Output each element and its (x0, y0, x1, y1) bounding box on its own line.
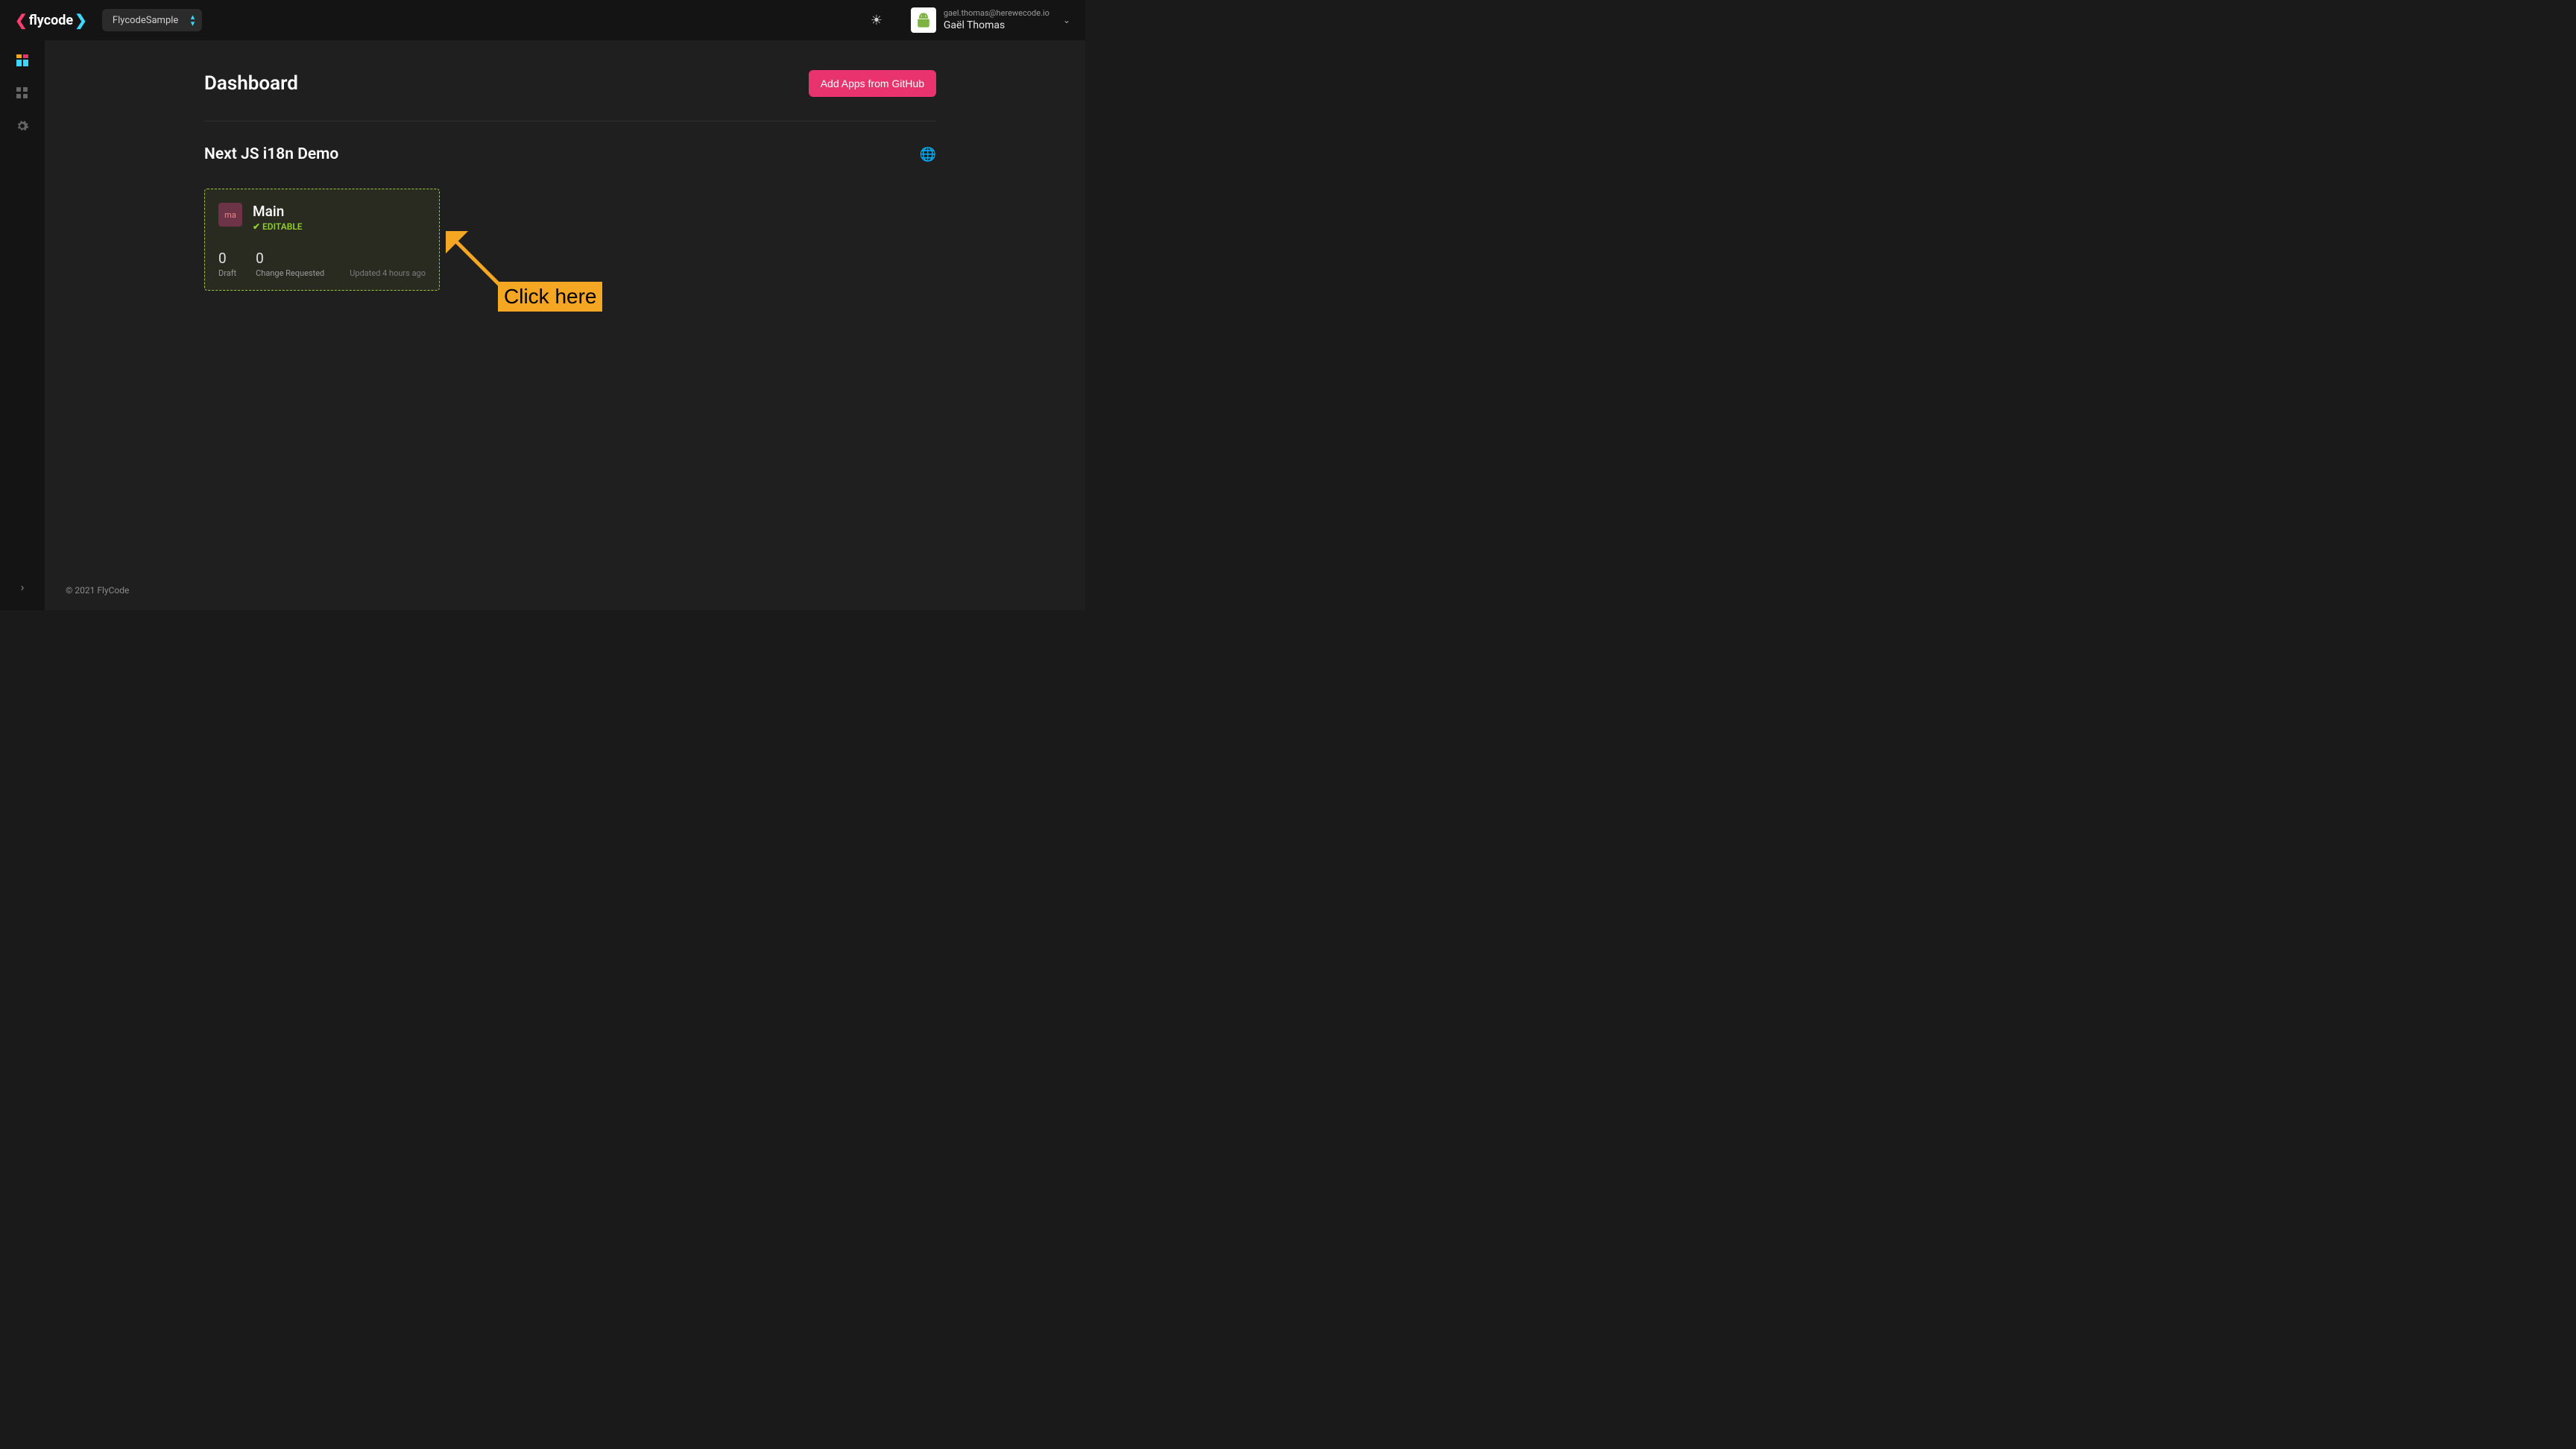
logo[interactable]: ❮ flycode ❯ (15, 11, 87, 29)
stat-value: 0 (218, 250, 236, 267)
apps-icon (16, 87, 28, 99)
annotation-label: Click here (498, 282, 602, 312)
chevron-right-icon: › (21, 580, 25, 594)
user-name: Gaël Thomas (944, 19, 1049, 32)
brand-text: flycode (29, 13, 73, 28)
dashboard-icon (16, 54, 28, 66)
stat-change-requested: 0 Change Requested (256, 250, 324, 278)
user-email: gael.thomas@herewecode.io (944, 8, 1049, 19)
card-stats: 0 Draft 0 Change Requested Updated 4 hou… (218, 250, 426, 278)
branch-card[interactable]: ma Main ✔ EDITABLE 0 Draft 0 Change Requ… (204, 189, 440, 291)
chevron-down-icon: ⌄ (1063, 15, 1070, 25)
project-header: Next JS i18n Demo 🌐 (204, 145, 936, 163)
globe-icon[interactable]: 🌐 (920, 147, 936, 162)
stat-draft: 0 Draft (218, 250, 236, 278)
footer-copyright: © 2021 FlyCode (66, 585, 129, 596)
stat-label: Draft (218, 268, 236, 278)
sidebar-item-apps[interactable] (14, 85, 31, 101)
updated-timestamp: Updated 4 hours ago (350, 268, 426, 278)
gear-icon (16, 119, 29, 133)
editable-badge: ✔ EDITABLE (253, 221, 303, 232)
user-menu[interactable]: gael.thomas@herewecode.io Gaël Thomas ⌄ (911, 7, 1070, 33)
avatar (911, 7, 936, 33)
theme-toggle-icon[interactable]: ☀ (871, 13, 883, 28)
card-avatar: ma (218, 203, 242, 227)
page-header: Dashboard Add Apps from GitHub (204, 70, 936, 121)
add-apps-button[interactable]: Add Apps from GitHub (809, 70, 936, 97)
page-title: Dashboard (204, 72, 298, 95)
project-selector[interactable]: FlycodeSample ▴▾ (102, 9, 202, 31)
stat-label: Change Requested (256, 268, 324, 278)
card-header: ma Main ✔ EDITABLE (218, 203, 426, 232)
sidebar: › (0, 40, 45, 610)
chevron-right-icon: ❯ (75, 11, 87, 29)
select-updown-icon: ▴▾ (191, 13, 195, 27)
sidebar-item-settings[interactable] (14, 118, 31, 134)
chevron-left-icon: ❮ (15, 11, 28, 29)
card-title: Main (253, 203, 303, 220)
topbar: ❮ flycode ❯ FlycodeSample ▴▾ ☀ gael.thom… (0, 0, 1085, 40)
sidebar-item-dashboard[interactable] (14, 52, 31, 69)
main-content: Dashboard Add Apps from GitHub Next JS i… (45, 40, 1085, 610)
android-icon (915, 12, 932, 28)
user-info: gael.thomas@herewecode.io Gaël Thomas (944, 8, 1049, 32)
project-selector-value: FlycodeSample (113, 15, 178, 26)
stat-value: 0 (256, 250, 324, 267)
sidebar-collapse[interactable]: › (21, 580, 25, 594)
project-name: Next JS i18n Demo (204, 145, 338, 163)
